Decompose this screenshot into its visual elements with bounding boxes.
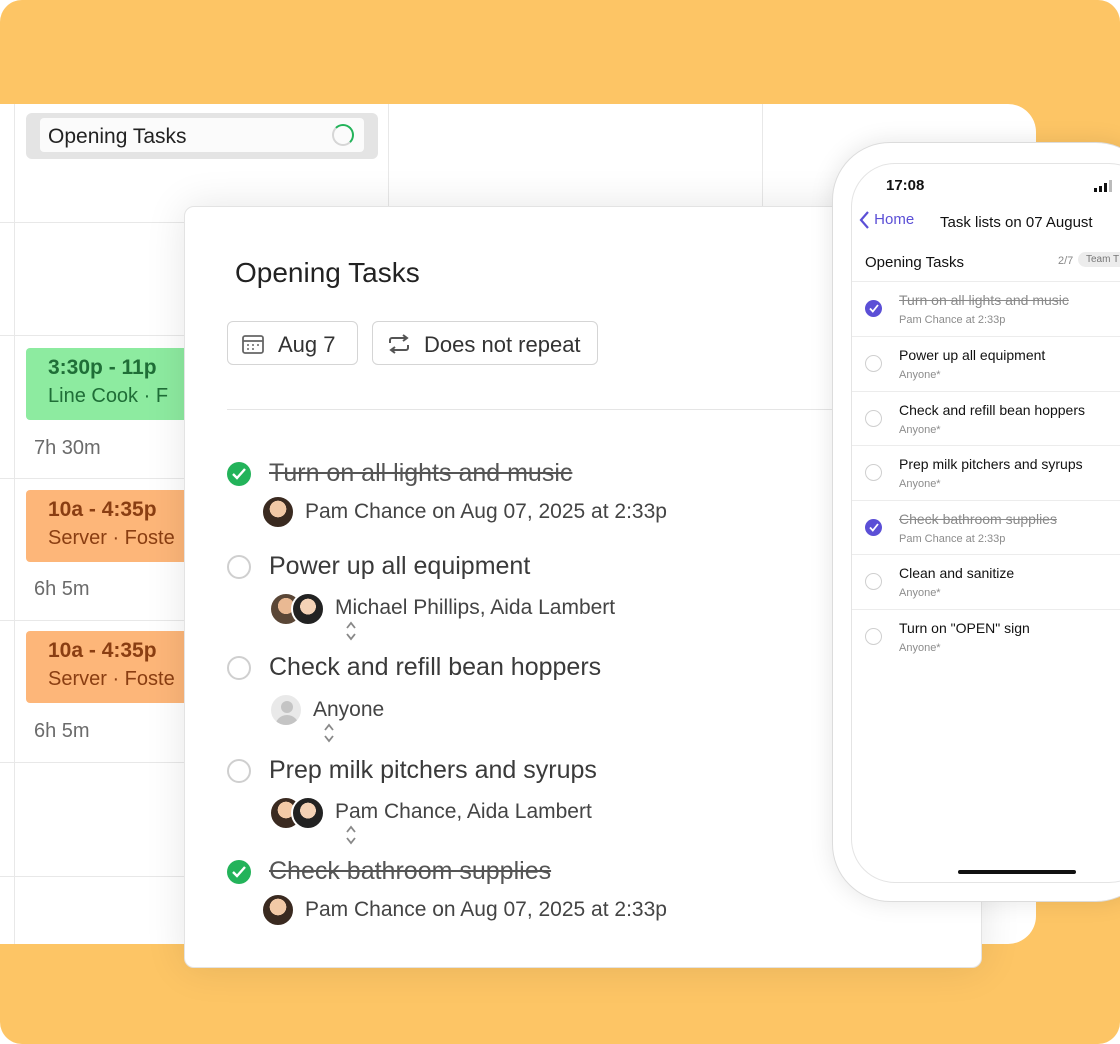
task-title: Check bathroom supplies <box>269 857 552 885</box>
phone-task-sub: Anyone* <box>899 642 941 654</box>
task-assignee: Anyone <box>313 698 385 721</box>
completed-check-icon[interactable] <box>227 462 251 486</box>
nav-title: Task lists on 07 August <box>940 214 1093 231</box>
task-title: Power up all equipment <box>269 552 531 580</box>
grid-line <box>14 104 15 944</box>
chevron-left-icon <box>859 211 869 229</box>
task-assignee: Michael Phillips, Aida Lambert <box>335 596 616 619</box>
repeat-icon <box>389 334 409 354</box>
phone-mockup: 17:08 Home Task lists on 07 August Openi… <box>832 142 1120 902</box>
avatar <box>291 592 325 626</box>
chevron-updown-icon <box>324 723 334 743</box>
anyone-avatar-icon <box>269 693 303 727</box>
task-assignee: Pam Chance on Aug 07, 2025 at 2:33p <box>305 500 667 523</box>
completed-check-icon[interactable] <box>865 519 882 536</box>
assignee-selector[interactable]: Anyone <box>313 698 384 744</box>
phone-task-sub: Anyone* <box>899 424 941 436</box>
assignee-selector[interactable]: Pam Chance, Aida Lambert <box>335 800 592 846</box>
phone-task-row[interactable]: Power up all equipment Anyone* <box>852 337 1120 391</box>
task-assignee: Pam Chance, Aida Lambert <box>335 800 592 823</box>
phone-task-sub: Pam Chance at 2:33p <box>899 314 1006 326</box>
phone-task-row[interactable]: Check bathroom supplies Pam Chance at 2:… <box>852 501 1120 555</box>
phone-task-row[interactable]: Turn on "OPEN" sign Anyone* <box>852 610 1120 664</box>
phone-task-row[interactable]: Prep milk pitchers and syrups Anyone* <box>852 446 1120 500</box>
repeat-chip[interactable]: Does not repeat <box>372 321 598 365</box>
status-bar-time: 17:08 <box>886 177 925 194</box>
shift-time: 10a - 4:35p <box>48 639 157 662</box>
chevron-updown-icon <box>346 621 356 641</box>
task-title: Turn on all lights and music <box>269 459 573 487</box>
date-chip-label: Aug 7 <box>278 332 336 357</box>
shift-role: Line Cook · F <box>48 385 169 407</box>
frame-background: Opening Tasks 3:30p - 11p Line Cook · F … <box>0 0 1120 1044</box>
back-button[interactable]: Home <box>858 210 914 230</box>
phone-task-sub: Anyone* <box>899 369 941 381</box>
phone-task-sub: Anyone* <box>899 587 941 599</box>
phone-task-title: Turn on all lights and music <box>899 292 1069 308</box>
task-list-pill[interactable]: Opening Tasks <box>26 113 378 159</box>
modal-title: Opening Tasks <box>235 257 420 288</box>
phone-task-row[interactable]: Check and refill bean hoppers Anyone* <box>852 392 1120 446</box>
phone-task-sub: Pam Chance at 2:33p <box>899 533 1006 545</box>
list-title: Opening Tasks <box>865 254 964 271</box>
shift-role: Server · Foste <box>48 527 175 549</box>
phone-task-row[interactable]: Clean and sanitize Anyone* <box>852 555 1120 609</box>
shift-time: 3:30p - 11p <box>48 356 157 379</box>
task-list-pill-inner: Opening Tasks <box>40 118 364 152</box>
home-indicator[interactable] <box>958 870 1076 874</box>
phone-task-title: Turn on "OPEN" sign <box>899 620 1030 636</box>
task-checkbox[interactable] <box>227 656 251 680</box>
phone-task-row[interactable]: Turn on all lights and music Pam Chance … <box>852 282 1120 336</box>
date-chip[interactable]: Aug 7 <box>227 321 358 365</box>
completed-check-icon[interactable] <box>865 300 882 317</box>
task-checkbox[interactable] <box>227 555 251 579</box>
completed-check-icon[interactable] <box>227 860 251 884</box>
shift-duration: 6h 5m <box>34 720 90 742</box>
avatar <box>261 495 295 529</box>
assignee-selector[interactable]: Michael Phillips, Aida Lambert <box>335 596 615 642</box>
progress-count: 2/7 <box>1058 255 1074 267</box>
avatar <box>291 796 325 830</box>
task-checkbox[interactable] <box>865 464 882 481</box>
signal-icon <box>1094 180 1112 192</box>
back-button-label: Home <box>874 210 915 228</box>
calendar-icon <box>242 335 264 354</box>
phone-task-title: Power up all equipment <box>899 347 1046 363</box>
shift-duration: 7h 30m <box>34 437 101 459</box>
progress-ring-icon <box>332 124 354 146</box>
task-checkbox[interactable] <box>865 573 882 590</box>
phone-task-title: Check and refill bean hoppers <box>899 402 1086 418</box>
task-checkbox[interactable] <box>227 759 251 783</box>
shift-duration: 6h 5m <box>34 578 90 600</box>
phone-task-title: Prep milk pitchers and syrups <box>899 456 1083 472</box>
phone-task-title: Check bathroom supplies <box>899 511 1057 527</box>
phone-task-sub: Anyone* <box>899 478 941 490</box>
repeat-chip-label: Does not repeat <box>424 332 581 357</box>
chevron-updown-icon <box>346 825 356 845</box>
team-badge: Team T <box>1078 252 1120 267</box>
phone-task-title: Clean and sanitize <box>899 565 1015 581</box>
task-title: Prep milk pitchers and syrups <box>269 756 597 784</box>
task-checkbox[interactable] <box>865 628 882 645</box>
phone-screen: 17:08 Home Task lists on 07 August Openi… <box>851 163 1120 883</box>
task-checkbox[interactable] <box>865 355 882 372</box>
task-list-pill-label: Opening Tasks <box>48 125 187 148</box>
avatar <box>261 893 295 927</box>
task-assignee: Pam Chance on Aug 07, 2025 at 2:33p <box>305 898 667 921</box>
shift-time: 10a - 4:35p <box>48 498 157 521</box>
task-title: Check and refill bean hoppers <box>269 653 602 681</box>
task-checkbox[interactable] <box>865 410 882 427</box>
shift-role: Server · Foste <box>48 668 175 690</box>
